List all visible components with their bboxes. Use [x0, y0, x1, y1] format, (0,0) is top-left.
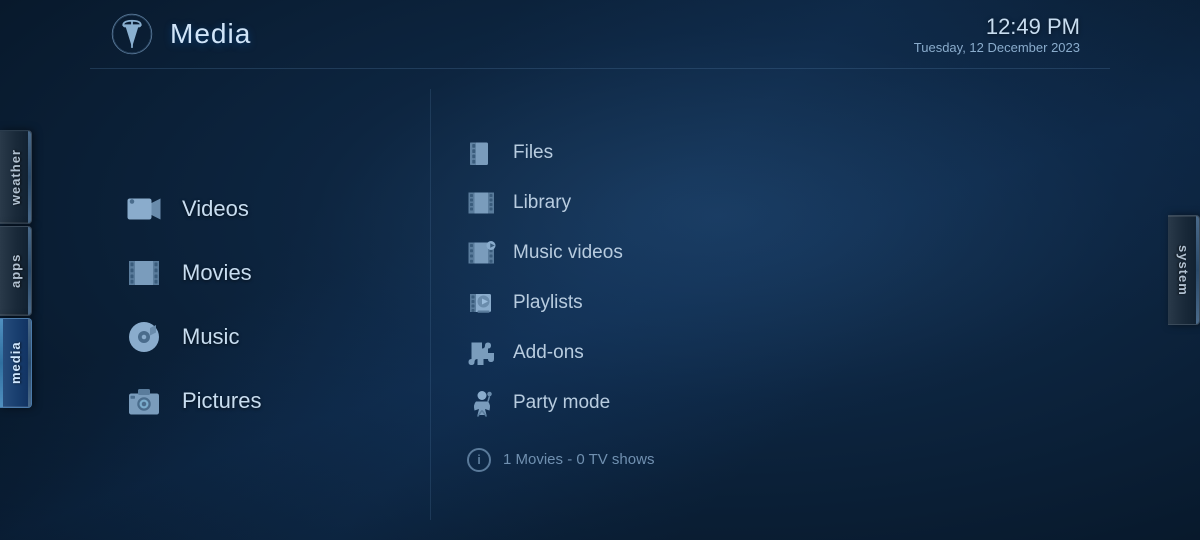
camera-icon: [126, 383, 162, 419]
submenu-item-files[interactable]: Files: [451, 130, 1090, 176]
submenu-item-party-mode[interactable]: Party mode: [451, 380, 1090, 426]
page-title: Media: [170, 18, 251, 50]
party-mode-icon: [467, 388, 497, 418]
music-disc-icon: [126, 319, 162, 355]
sidebar-label-apps: apps: [8, 254, 23, 288]
videos-label: Videos: [182, 196, 249, 222]
sidebar-item-system[interactable]: system: [1168, 215, 1200, 325]
header-left: Media: [110, 12, 251, 56]
sidebar-label-weather: weather: [8, 149, 23, 205]
info-text: 1 Movies - 0 TV shows: [503, 451, 654, 468]
content-area: Videos: [90, 69, 1110, 540]
right-sidebar: system: [1110, 0, 1200, 540]
music-label: Music: [182, 324, 239, 350]
sidebar-label-media: media: [8, 342, 23, 385]
menu-item-pictures[interactable]: Pictures: [110, 373, 410, 429]
playlists-icon: [467, 288, 497, 318]
sidebar-item-apps[interactable]: apps: [0, 226, 32, 316]
left-sidebar: weather apps media: [0, 0, 90, 540]
current-time: 12:49 PM: [914, 14, 1080, 40]
submenu-item-playlists[interactable]: Playlists: [451, 280, 1090, 326]
files-icon: [467, 138, 497, 168]
sidebar-item-media[interactable]: media: [0, 318, 32, 408]
music-videos-icon: [467, 238, 497, 268]
header: Media 12:49 PM Tuesday, 12 December 2023: [90, 0, 1110, 69]
add-ons-label: Add-ons: [513, 342, 584, 364]
sidebar-item-weather[interactable]: weather: [0, 130, 32, 224]
main-menu: Videos: [90, 89, 430, 520]
submenu-item-music-videos[interactable]: Music videos: [451, 230, 1090, 276]
menu-item-movies[interactable]: Movies: [110, 245, 410, 301]
menu-item-music[interactable]: Music: [110, 309, 410, 365]
sidebar-label-system: system: [1176, 245, 1191, 296]
library-label: Library: [513, 192, 571, 214]
tesla-logo-icon: [110, 12, 154, 56]
menu-item-videos[interactable]: Videos: [110, 181, 410, 237]
submenu-item-library[interactable]: Library: [451, 180, 1090, 226]
library-icon: [467, 188, 497, 218]
files-label: Files: [513, 142, 553, 164]
header-right: 12:49 PM Tuesday, 12 December 2023: [914, 14, 1080, 55]
movies-label: Movies: [182, 260, 252, 286]
submenu-item-add-ons[interactable]: Add-ons: [451, 330, 1090, 376]
current-date: Tuesday, 12 December 2023: [914, 40, 1080, 55]
video-camera-icon: [126, 191, 162, 227]
sub-menu: Files: [430, 89, 1110, 520]
pictures-label: Pictures: [182, 388, 261, 414]
film-strip-icon: [126, 255, 162, 291]
info-row: i 1 Movies - 0 TV shows: [451, 440, 1090, 480]
music-videos-label: Music videos: [513, 242, 623, 264]
puzzle-icon: [467, 338, 497, 368]
party-mode-label: Party mode: [513, 392, 610, 414]
info-icon: i: [467, 448, 491, 472]
playlists-label: Playlists: [513, 292, 583, 314]
main-content: Media 12:49 PM Tuesday, 12 December 2023…: [90, 0, 1110, 540]
